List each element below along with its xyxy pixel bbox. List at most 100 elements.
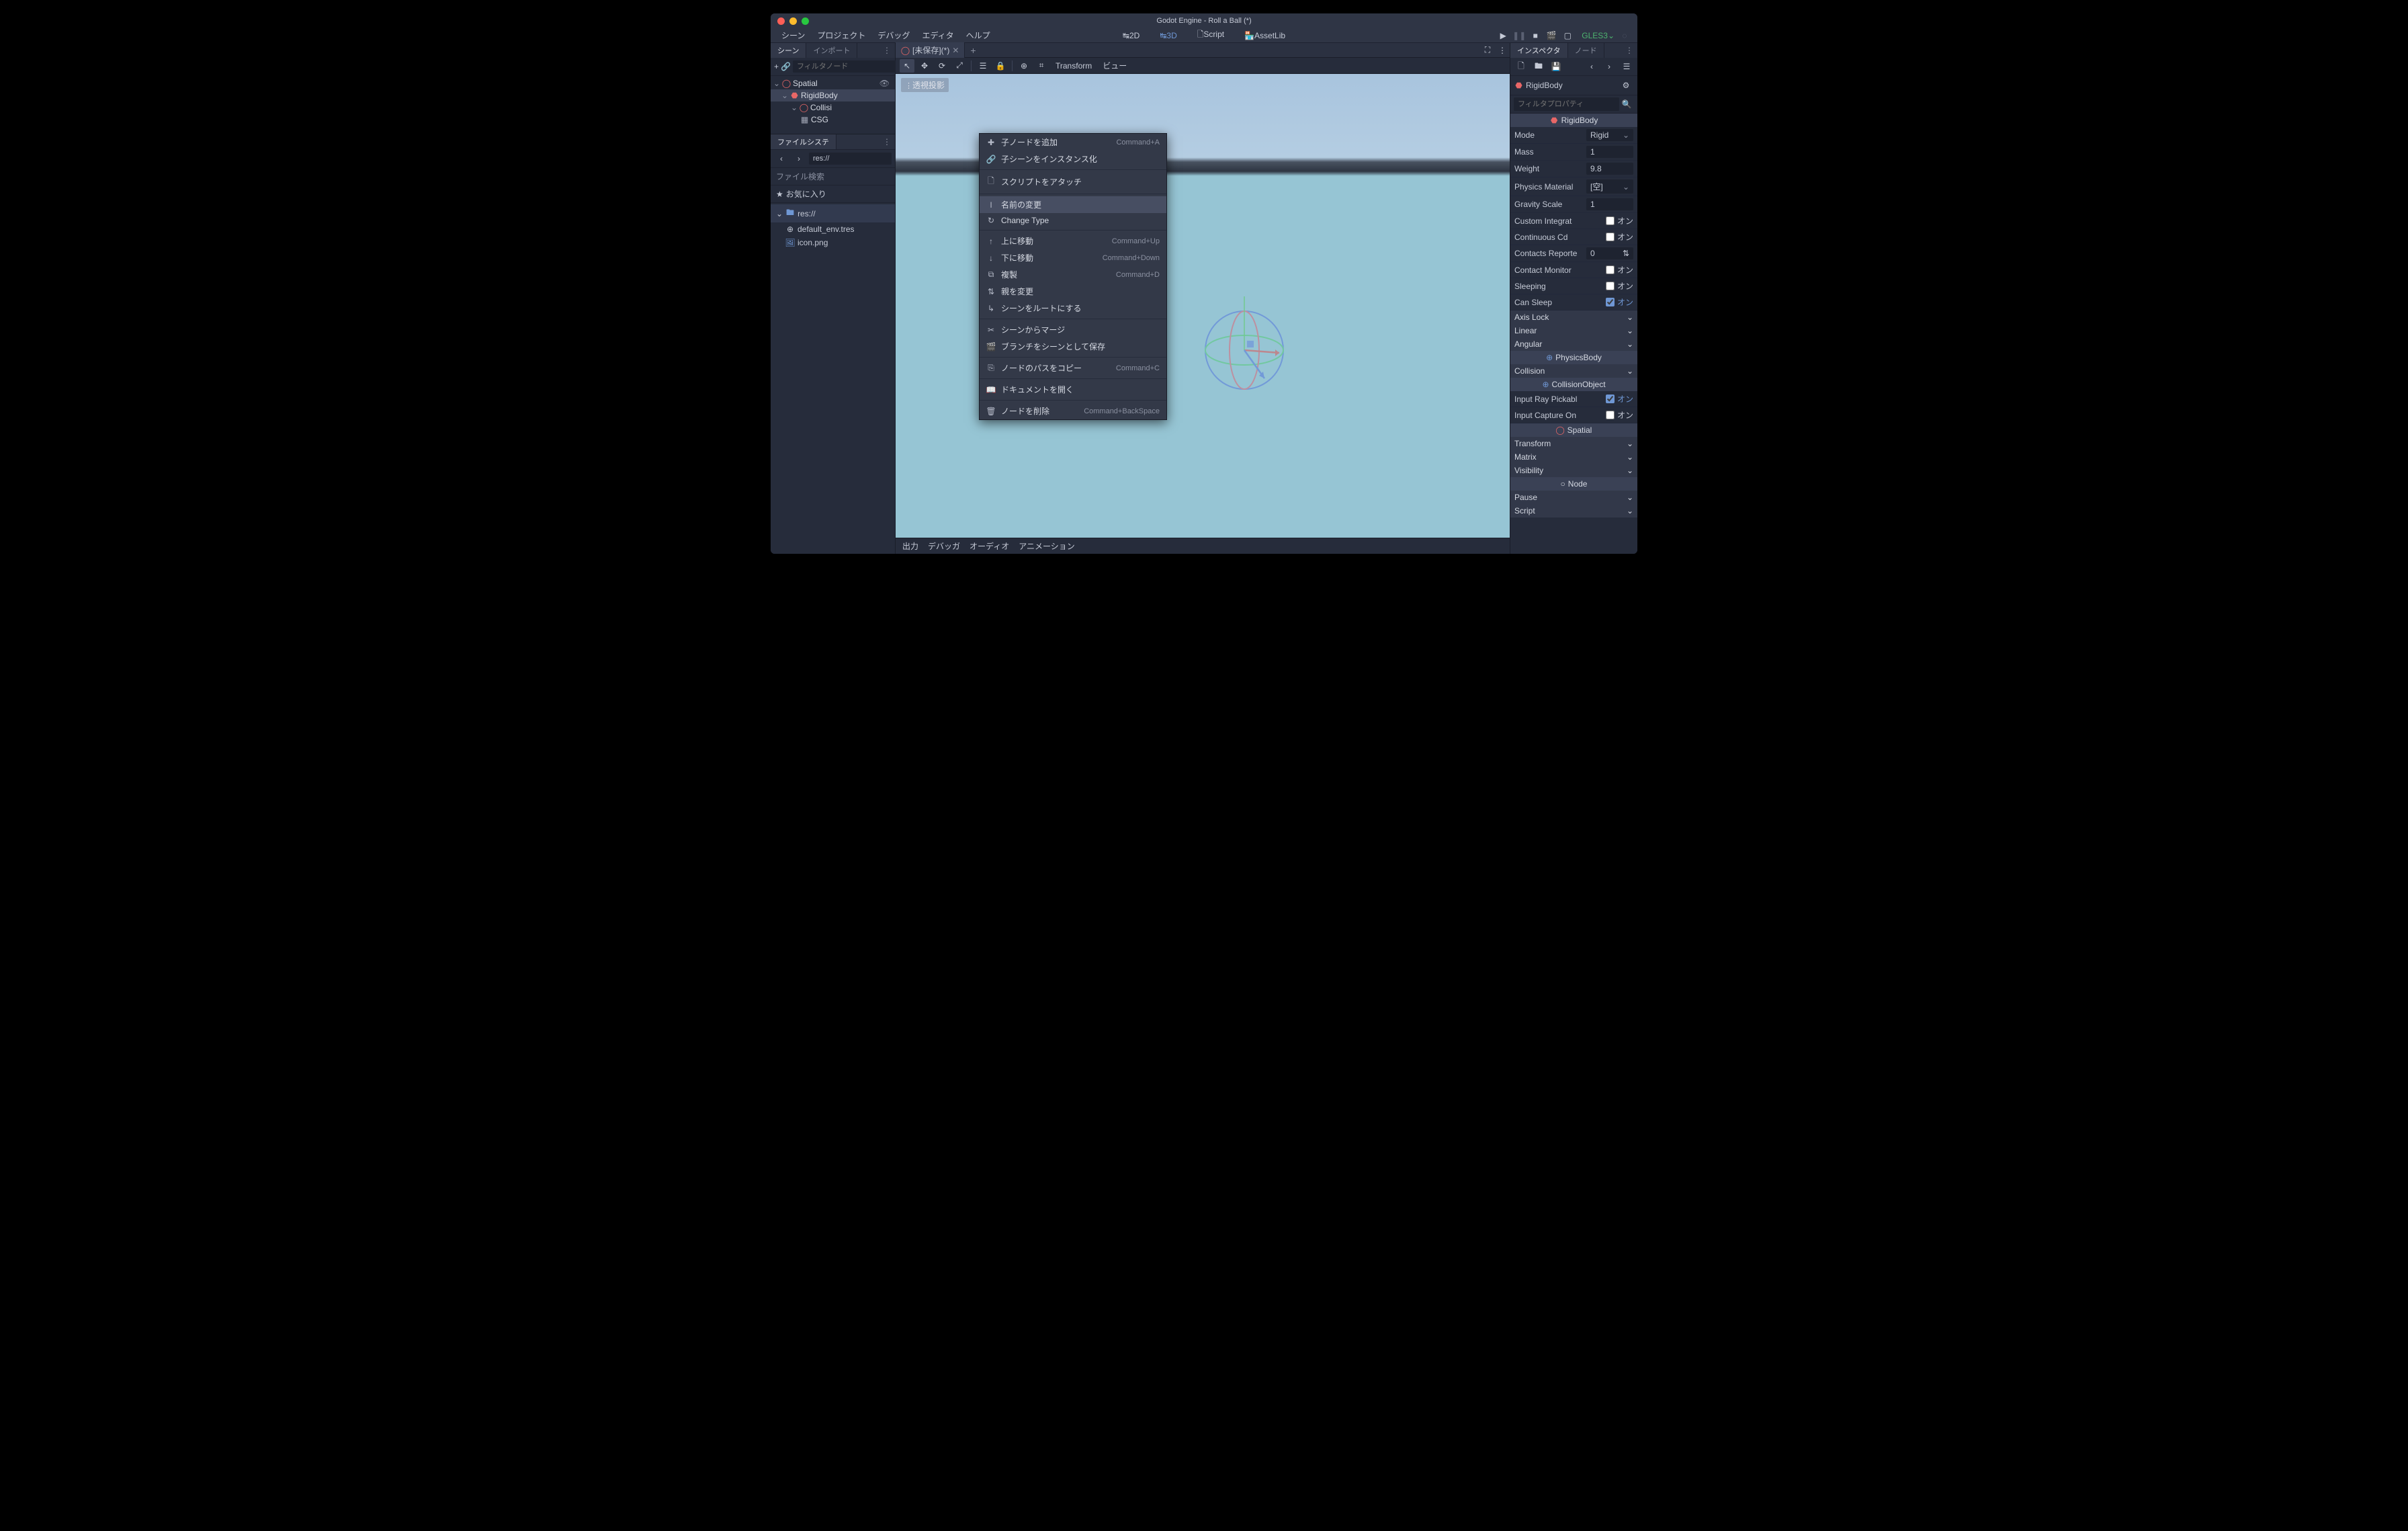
- tree-node-rigidbody[interactable]: ⌄ ⬣ RigidBody: [771, 89, 895, 101]
- scene-filter-input[interactable]: [793, 60, 896, 73]
- menu-project[interactable]: プロジェクト: [812, 28, 871, 42]
- menu-scene[interactable]: シーン: [776, 28, 810, 42]
- tree-node-spatial[interactable]: ⌄ ◯ Spatial 👁: [771, 77, 895, 89]
- stop-button[interactable]: ■: [1528, 29, 1543, 42]
- projection-label[interactable]: ⋮透視投影: [901, 78, 949, 92]
- minimize-window-button[interactable]: [789, 17, 797, 25]
- group-collision[interactable]: Collision⌄: [1510, 364, 1637, 378]
- ctx-open-docs[interactable]: 📖 ドキュメントを開く: [980, 381, 1166, 398]
- nav-back-button[interactable]: ‹: [774, 152, 789, 165]
- gravity-input[interactable]: 1: [1586, 198, 1633, 210]
- mode-2d[interactable]: ↹2D: [1117, 30, 1145, 42]
- mode-3d[interactable]: ↹3D: [1154, 30, 1182, 42]
- object-tools-button[interactable]: ⚙: [1619, 79, 1633, 92]
- sleeping-checkbox[interactable]: オン: [1606, 280, 1633, 292]
- add-node-button[interactable]: +: [774, 60, 779, 73]
- tree-node-collision[interactable]: ⌄ ◯ Collisi: [771, 101, 895, 114]
- ctx-add-child[interactable]: ✚ 子ノードを追加 Command+A: [980, 134, 1166, 151]
- prop-can-sleep[interactable]: Can Sleep オン: [1510, 294, 1637, 311]
- prop-input-capture[interactable]: Input Capture On オン: [1510, 407, 1637, 423]
- group-matrix[interactable]: Matrix⌄: [1510, 450, 1637, 464]
- mode-assetlib[interactable]: 🏪AssetLib: [1239, 30, 1291, 42]
- weight-input[interactable]: 9.8: [1586, 163, 1633, 175]
- mode-select[interactable]: Rigid: [1586, 129, 1633, 141]
- contacts-input[interactable]: 0⇅: [1586, 247, 1633, 259]
- local-tool[interactable]: ⊕: [1017, 59, 1031, 73]
- path-input[interactable]: res://: [809, 153, 892, 165]
- panel-menu-icon[interactable]: ⋮: [1621, 46, 1637, 55]
- 3d-gizmo[interactable]: [1191, 296, 1298, 404]
- ctx-move-down[interactable]: ↓ 下に移動 Command+Down: [980, 249, 1166, 266]
- ctx-change-type[interactable]: ↻ Change Type: [980, 213, 1166, 228]
- section-physicsbody[interactable]: ⊕ PhysicsBody: [1510, 351, 1637, 364]
- scene-menu-icon[interactable]: ⋮: [1495, 44, 1510, 57]
- history-fwd-button[interactable]: ›: [1602, 60, 1617, 73]
- section-spatial[interactable]: ◯ Spatial: [1510, 423, 1637, 437]
- view-menu[interactable]: ビュー: [1099, 60, 1131, 71]
- prop-input-ray[interactable]: Input Ray Pickabl オン: [1510, 391, 1637, 407]
- play-scene-button[interactable]: 🎬: [1544, 29, 1559, 42]
- property-filter-input[interactable]: [1514, 97, 1619, 111]
- prop-sleeping[interactable]: Sleeping オン: [1510, 278, 1637, 294]
- tab-output[interactable]: 出力: [902, 540, 918, 552]
- group-linear[interactable]: Linear⌄: [1510, 324, 1637, 337]
- collapse-icon[interactable]: ⌄: [773, 79, 780, 88]
- ctx-copy-path[interactable]: ⎘ ノードのパスをコピー Command+C: [980, 360, 1166, 376]
- phys-mat-select[interactable]: [空]: [1586, 179, 1633, 194]
- tab-import[interactable]: インポート: [806, 43, 857, 58]
- fs-file[interactable]: 🖼 icon.png: [771, 236, 895, 249]
- ctx-delete[interactable]: 🗑 ノードを削除 Command+BackSpace: [980, 403, 1166, 419]
- prop-physics-material[interactable]: Physics Material [空]: [1510, 177, 1637, 196]
- tab-debugger[interactable]: デバッガ: [928, 540, 960, 552]
- tab-animation[interactable]: アニメーション: [1019, 540, 1075, 552]
- mode-script[interactable]: 🗋Script: [1192, 27, 1230, 44]
- ctx-duplicate[interactable]: ⧉ 複製 Command+D: [980, 266, 1166, 283]
- ctx-move-up[interactable]: ↑ 上に移動 Command+Up: [980, 233, 1166, 249]
- prop-continuous-cd[interactable]: Continuous Cd オン: [1510, 229, 1637, 245]
- tab-node[interactable]: ノード: [1568, 43, 1604, 58]
- prop-mass[interactable]: Mass 1: [1510, 144, 1637, 161]
- visibility-icon[interactable]: 👁: [879, 79, 892, 88]
- scale-tool[interactable]: ⤢: [952, 59, 967, 73]
- close-window-button[interactable]: [777, 17, 785, 25]
- pause-button[interactable]: ❚❚: [1512, 29, 1526, 42]
- new-resource-button[interactable]: 🗋: [1514, 60, 1529, 73]
- history-back-button[interactable]: ‹: [1584, 60, 1599, 73]
- add-tab-button[interactable]: +: [965, 45, 981, 56]
- ctx-save-branch[interactable]: 🎬 ブランチをシーンとして保存: [980, 338, 1166, 355]
- cont-cd-checkbox[interactable]: オン: [1606, 231, 1633, 243]
- group-axis-lock[interactable]: Axis Lock⌄: [1510, 311, 1637, 324]
- group-visibility[interactable]: Visibility⌄: [1510, 464, 1637, 477]
- move-tool[interactable]: ✥: [917, 59, 932, 73]
- transform-menu[interactable]: Transform: [1051, 61, 1096, 71]
- custom-int-checkbox[interactable]: オン: [1606, 215, 1633, 226]
- tree-node-csg[interactable]: ▦ CSG: [771, 114, 895, 126]
- prop-weight[interactable]: Weight 9.8: [1510, 161, 1637, 177]
- collapse-icon[interactable]: ⌄: [776, 209, 783, 218]
- nav-fwd-button[interactable]: ›: [791, 152, 806, 165]
- contact-mon-checkbox[interactable]: オン: [1606, 264, 1633, 276]
- can-sleep-checkbox[interactable]: オン: [1606, 296, 1633, 308]
- close-tab-button[interactable]: ✕: [952, 46, 959, 55]
- lock-tool[interactable]: 🔒: [993, 59, 1008, 73]
- open-resource-button[interactable]: 🖿: [1531, 60, 1546, 73]
- panel-menu-icon[interactable]: ⋮: [879, 46, 895, 55]
- group-pause[interactable]: Pause⌄: [1510, 491, 1637, 504]
- fs-file[interactable]: ⊕ default_env.tres: [771, 222, 895, 236]
- input-ray-checkbox[interactable]: オン: [1606, 393, 1633, 405]
- group-transform[interactable]: Transform⌄: [1510, 437, 1637, 450]
- section-collisionobject[interactable]: ⊕ CollisionObject: [1510, 378, 1637, 391]
- play-button[interactable]: ▶: [1496, 29, 1510, 42]
- list-tool[interactable]: ☰: [976, 59, 990, 73]
- collapse-icon[interactable]: ⌄: [781, 91, 788, 100]
- history-menu-button[interactable]: ☰: [1619, 60, 1634, 73]
- ctx-make-root[interactable]: ↳ シーンをルートにする: [980, 300, 1166, 317]
- instance-scene-button[interactable]: 🔗: [781, 60, 791, 73]
- panel-menu-icon[interactable]: ⋮: [879, 137, 895, 147]
- tab-scene[interactable]: シーン: [771, 43, 806, 58]
- section-node[interactable]: ○ Node: [1510, 477, 1637, 491]
- tab-audio[interactable]: オーディオ: [970, 540, 1009, 552]
- ctx-instance[interactable]: 🔗 子シーンをインスタンス化: [980, 151, 1166, 167]
- rotate-tool[interactable]: ⟳: [935, 59, 949, 73]
- renderer-select[interactable]: GLES3: [1576, 30, 1616, 42]
